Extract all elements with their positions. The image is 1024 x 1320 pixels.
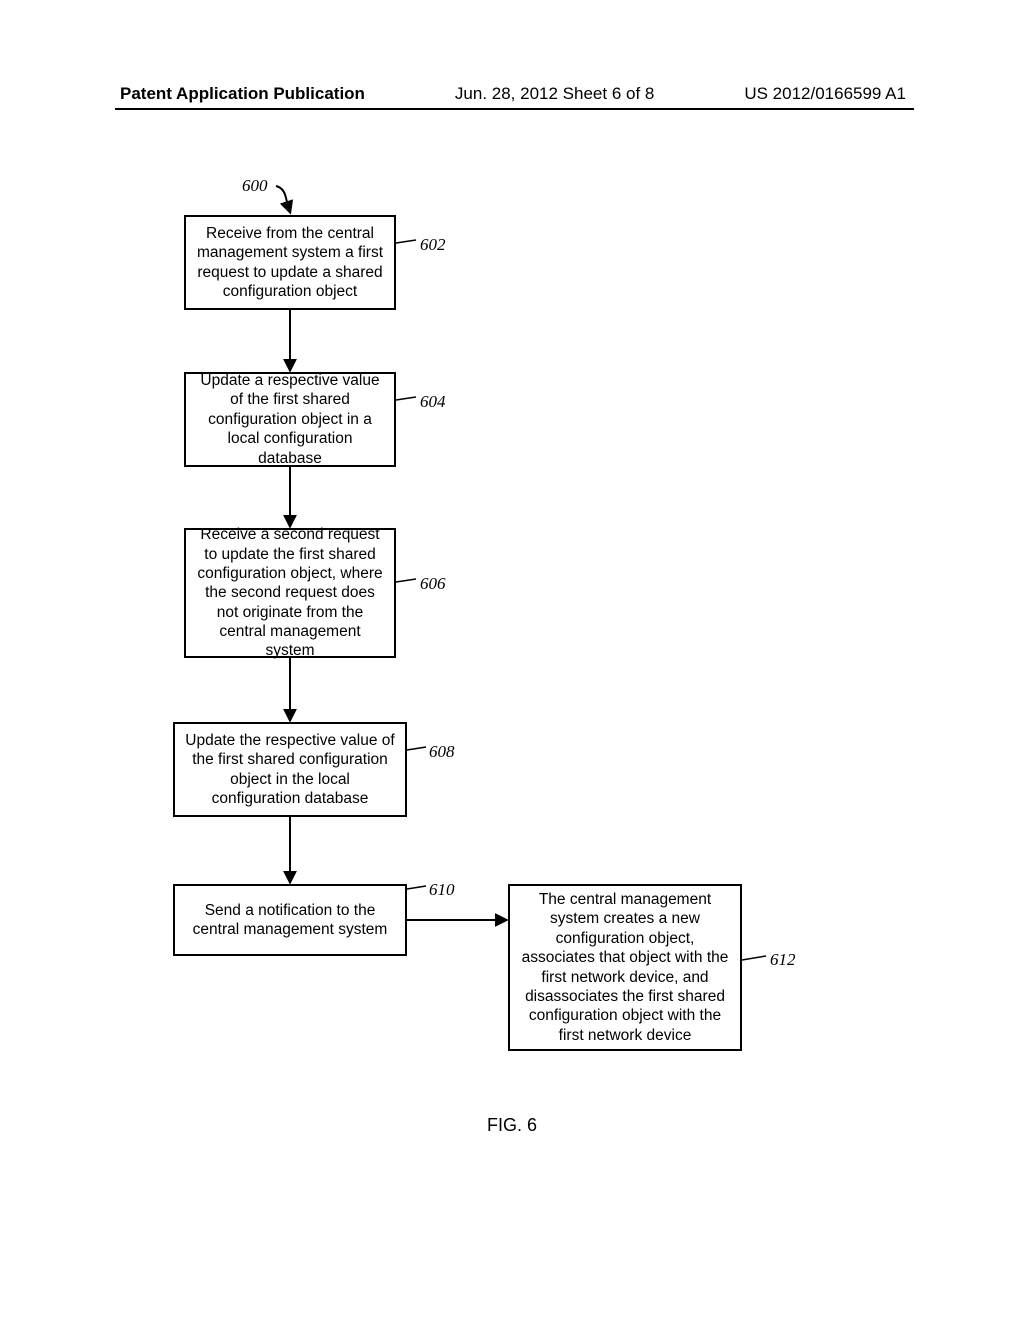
step-604: Update a respective value of the first s… bbox=[184, 372, 396, 467]
label-606: 606 bbox=[420, 574, 446, 594]
label-602: 602 bbox=[420, 235, 446, 255]
figure-caption: FIG. 6 bbox=[0, 1115, 1024, 1136]
step-606: Receive a second request to update the f… bbox=[184, 528, 396, 658]
flowchart: Receive from the central management syst… bbox=[0, 0, 1024, 1320]
step-612: The central management system creates a … bbox=[508, 884, 742, 1051]
leader-604 bbox=[396, 397, 416, 400]
leader-610 bbox=[407, 886, 426, 889]
label-610: 610 bbox=[429, 880, 455, 900]
leader-612 bbox=[742, 956, 766, 960]
step-608: Update the respective value of the first… bbox=[173, 722, 407, 817]
leader-602 bbox=[396, 240, 416, 243]
leader-608 bbox=[407, 747, 426, 750]
label-600: 600 bbox=[242, 176, 268, 196]
label-608: 608 bbox=[429, 742, 455, 762]
step-610: Send a notification to the central manag… bbox=[173, 884, 407, 956]
leader-606 bbox=[396, 579, 416, 582]
label-604: 604 bbox=[420, 392, 446, 412]
step-602: Receive from the central management syst… bbox=[184, 215, 396, 310]
label-612: 612 bbox=[770, 950, 796, 970]
leader-600 bbox=[276, 186, 290, 212]
